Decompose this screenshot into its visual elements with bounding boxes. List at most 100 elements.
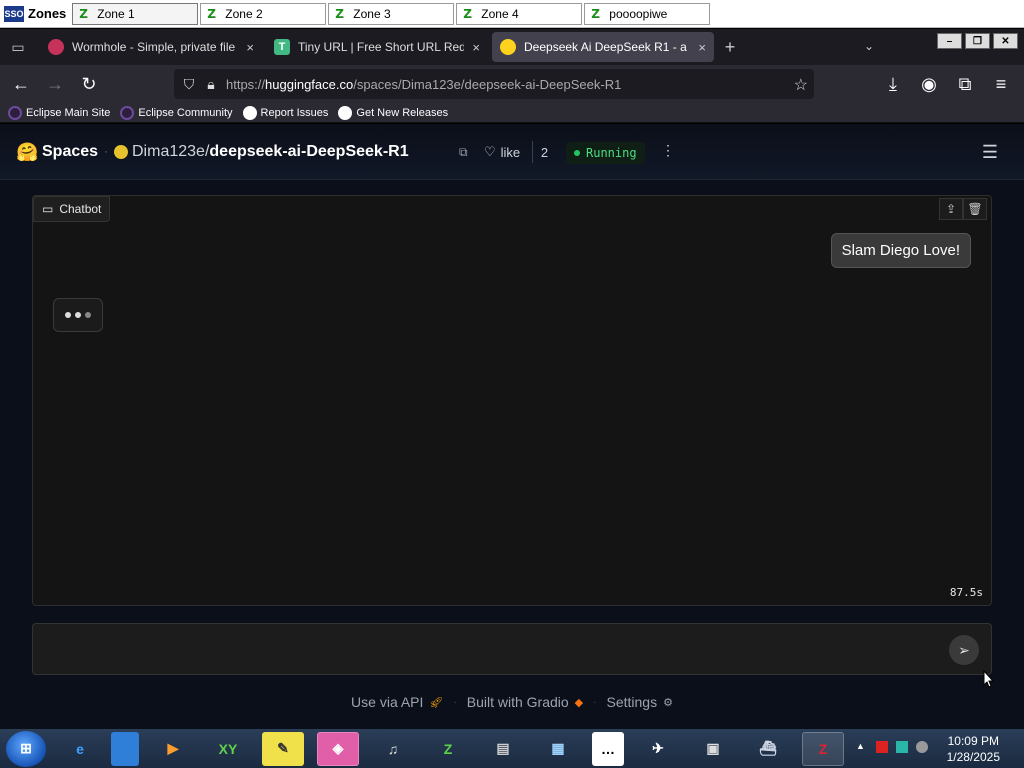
use-via-api-link[interactable]: Use via API 🚀︎ xyxy=(351,694,443,710)
heart-icon: ♡ xyxy=(484,144,496,159)
browser-tab-title: Tiny URL | Free Short URL Redire xyxy=(298,40,465,54)
owner-link[interactable]: Dima123e xyxy=(132,143,205,160)
bookmark-eclipse-community[interactable]: Eclipse Community xyxy=(120,105,233,120)
message-input[interactable] xyxy=(43,638,923,662)
xyplorer-icon[interactable]: XY xyxy=(207,732,249,766)
zone-tab-1[interactable]: Z Zone 1 xyxy=(72,2,199,25)
bookmarks-bar: Eclipse Main Site Eclipse Community Repo… xyxy=(0,103,1024,123)
copy-icon[interactable]: ⧉ xyxy=(459,145,468,160)
system-clock[interactable]: 10:09 PM 1/28/2025 xyxy=(947,733,1000,765)
zone-tab-label: Zone 1 xyxy=(97,6,135,21)
message-input-box: ➢ xyxy=(32,623,992,675)
zone-icon: Z xyxy=(591,6,600,21)
browser-tab-deepseek[interactable]: Deepseek Ai DeepSeek R1 - a Hu × xyxy=(492,32,714,62)
close-tab-icon[interactable]: × xyxy=(246,40,254,55)
network-icon[interactable] xyxy=(896,741,908,753)
zone-tab-4[interactable]: Z Zone 4 xyxy=(456,2,583,25)
start-button[interactable]: ⊞ xyxy=(6,730,46,767)
zone-tab-5[interactable]: Zpoooopiwe xyxy=(584,2,711,25)
zone-icon: Z xyxy=(463,6,472,21)
zones-logo-icon: SSO xyxy=(4,5,24,22)
minimize-icon[interactable]: – xyxy=(937,33,962,49)
tray-expand-icon[interactable]: ▲ xyxy=(856,741,868,753)
like-count[interactable]: 2 xyxy=(532,141,556,163)
zone-icon: Z xyxy=(79,6,88,21)
download-icon[interactable]: ⤓ xyxy=(876,67,910,101)
account-icon[interactable]: ◉ xyxy=(912,67,946,101)
rocket-icon: 🚀︎ xyxy=(429,696,444,709)
music-app-icon[interactable]: ♫ xyxy=(372,732,414,766)
hamburger-menu-icon[interactable]: ☰ xyxy=(982,142,998,163)
settings-link[interactable]: Settings ⚙ xyxy=(606,694,672,710)
network-app-icon[interactable]: ▦ xyxy=(537,732,579,766)
zone-icon: Z xyxy=(335,6,344,21)
menu-icon[interactable]: ≡ xyxy=(984,67,1018,101)
spaces-link[interactable]: Spaces xyxy=(42,143,98,161)
filezilla-icon[interactable]: Z xyxy=(802,731,844,766)
shield-icon[interactable]: ⛉ xyxy=(182,76,196,93)
zones-menu[interactable]: SSO Zones xyxy=(0,1,70,27)
back-icon[interactable]: ← xyxy=(4,67,38,101)
zones-app-icon[interactable]: Z xyxy=(427,732,469,766)
like-button[interactable]: ♡ like xyxy=(484,141,520,163)
separator-icon: · xyxy=(104,144,108,158)
tinyurl-favicon-icon: T xyxy=(274,39,290,55)
zone-tab-label: Zone 2 xyxy=(225,6,263,21)
internet-explorer-icon[interactable]: e xyxy=(59,732,101,766)
url-bar[interactable]: ⛉ 🔒︎ https://huggingface.co/spaces/Dima1… xyxy=(174,69,814,99)
chat-actions: ⇪ 🗑︎ xyxy=(939,198,987,220)
gradio-logo-icon: ◆ xyxy=(574,696,584,709)
zone-icon: Z xyxy=(207,6,216,21)
bookmark-get-new-releases[interactable]: Get New Releases xyxy=(338,105,448,120)
url-text[interactable]: https://huggingface.co/spaces/Dima123e/d… xyxy=(226,77,621,92)
bookmark-eclipse-main[interactable]: Eclipse Main Site xyxy=(8,105,110,120)
chevron-down-icon[interactable]: ⌄ xyxy=(864,39,874,53)
elapsed-timer: 87.5s xyxy=(949,586,983,599)
restore-icon[interactable]: ❐ xyxy=(965,33,990,49)
notepad-pencil-icon[interactable]: ✎ xyxy=(262,731,304,766)
forward-icon[interactable]: → xyxy=(38,67,72,101)
bookmark-report-issues[interactable]: Report Issues xyxy=(242,105,328,120)
zones-bar: SSO Zones Z Zone 1 Z Zone 2 Z Zone 3 Z Zone … xyxy=(0,0,1024,28)
more-options-icon[interactable]: ⋮ xyxy=(660,142,676,159)
repo-link[interactable]: deepseek-ai-DeepSeek-R1 xyxy=(209,143,408,160)
browser-tab-wormhole[interactable]: Wormhole - Simple, private file × xyxy=(40,32,262,62)
bookmark-star-icon[interactable]: ☆ xyxy=(794,75,808,95)
layers-app-icon[interactable]: ◈ xyxy=(317,731,359,766)
close-window-icon[interactable]: ✕ xyxy=(993,33,1018,49)
new-tab-icon[interactable]: + xyxy=(716,37,744,58)
chatbot-panel: ▭ Chatbot ⇪ 🗑︎ Slam Diego Love! 87.5s xyxy=(32,195,992,606)
browser-tab-strip: ▭ Wormhole - Simple, private file × T Ti… xyxy=(0,29,1024,65)
share-icon[interactable]: ⇪ xyxy=(939,198,963,220)
extensions-icon[interactable]: ⧉ xyxy=(948,67,982,101)
browser-tab-tinyurl[interactable]: T Tiny URL | Free Short URL Redire × xyxy=(266,32,488,62)
zone-tab-3[interactable]: Z Zone 3 xyxy=(328,2,455,25)
lock-icon[interactable]: 🔒︎ xyxy=(204,76,218,93)
github-icon xyxy=(242,105,257,120)
send-button[interactable]: ➢ xyxy=(949,635,979,665)
browser-tab-title: Deepseek Ai DeepSeek R1 - a Hu xyxy=(524,40,691,54)
typing-indicator xyxy=(53,298,103,332)
zone-tab-label: Zone 3 xyxy=(353,6,391,21)
close-tab-icon[interactable]: × xyxy=(698,40,706,55)
file-explorer-icon[interactable] xyxy=(111,731,139,766)
flag-icon[interactable] xyxy=(876,741,888,753)
ship-app-icon[interactable]: ⛴ xyxy=(747,732,789,766)
close-tab-icon[interactable]: × xyxy=(472,40,480,55)
navigation-toolbar: ← → ↻ ⛉ 🔒︎ https://huggingface.co/spaces… xyxy=(0,65,1024,103)
jet-app-icon[interactable]: ✈ xyxy=(637,732,679,766)
huggingface-logo-icon[interactable]: 🤗 xyxy=(16,142,38,163)
media-player-icon[interactable]: ▶ xyxy=(152,732,194,766)
built-with-gradio-link[interactable]: Built with Gradio ◆ xyxy=(467,694,583,710)
reload-icon[interactable]: ↻ xyxy=(72,67,106,101)
zone-tab-2[interactable]: Z Zone 2 xyxy=(200,2,327,25)
eclipse-icon xyxy=(120,105,135,120)
volume-icon[interactable] xyxy=(916,741,928,753)
document-app-icon[interactable]: ▣ xyxy=(692,732,734,766)
trash-icon[interactable]: 🗑︎ xyxy=(963,198,987,220)
toolbar-right: ⤓ ◉ ⧉ ≡ xyxy=(876,67,1018,101)
windows-logo-icon: ⊞ xyxy=(20,740,32,756)
blank-window-icon[interactable]: … xyxy=(592,731,624,766)
tab-list-icon[interactable]: ▭ xyxy=(0,29,36,65)
archive-app-icon[interactable]: ▤ xyxy=(482,732,524,766)
